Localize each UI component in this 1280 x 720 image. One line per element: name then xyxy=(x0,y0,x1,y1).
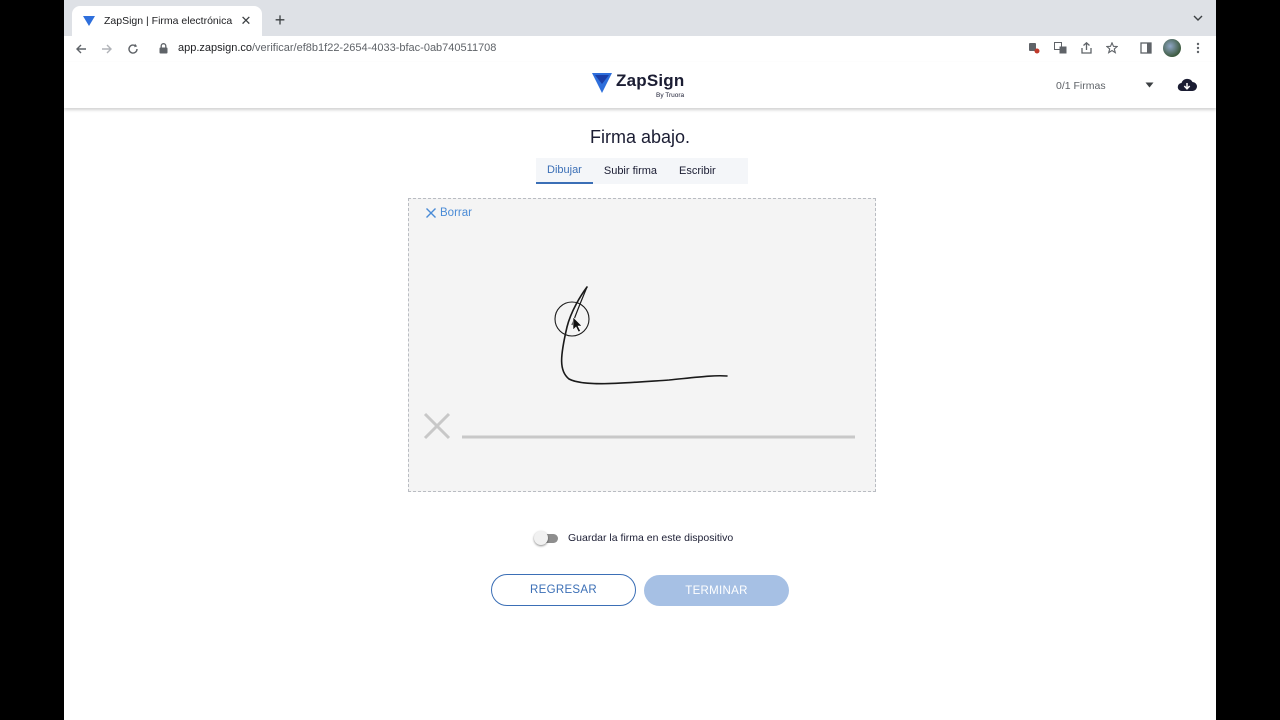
signature-stroke xyxy=(560,286,728,385)
pointer-cursor-icon xyxy=(572,316,583,333)
back-button[interactable]: REGRESAR xyxy=(491,574,636,606)
url-text: app.zapsign.co/verificar/ef8b1f22-2654-4… xyxy=(178,42,496,54)
extension-icon[interactable] xyxy=(1024,38,1044,58)
tab-strip: ZapSign | Firma electrónica co ✕ + xyxy=(64,0,1216,36)
share-icon[interactable] xyxy=(1076,38,1096,58)
translate-icon[interactable] xyxy=(1050,38,1070,58)
logo-text: ZapSign xyxy=(616,71,685,90)
zapsign-favicon-icon xyxy=(82,14,96,28)
toolbar-icons xyxy=(1024,36,1208,60)
back-icon[interactable] xyxy=(68,38,94,60)
new-tab-button[interactable]: + xyxy=(270,10,290,30)
signatures-count[interactable]: 0/1 Firmas xyxy=(1056,80,1106,92)
more-menu-icon[interactable] xyxy=(1188,38,1208,58)
address-bar[interactable]: app.zapsign.co/verificar/ef8b1f22-2654-4… xyxy=(156,36,1106,60)
app-header: ZapSign By Truora 0/1 Firmas xyxy=(64,62,1216,108)
signature-mode-tabs: Dibujar Subir firma Escribir xyxy=(536,158,748,184)
lock-icon[interactable] xyxy=(156,41,170,55)
reload-icon[interactable] xyxy=(120,38,146,60)
signature-drawing xyxy=(423,286,855,440)
caret-down-icon[interactable] xyxy=(1145,80,1154,90)
browser-tab[interactable]: ZapSign | Firma electrónica co ✕ xyxy=(72,6,262,36)
save-signature-row: Guardar la firma en este dispositivo xyxy=(534,531,733,545)
profile-avatar[interactable] xyxy=(1162,38,1182,58)
url-path: /verificar/ef8b1f22-2654-4033-bfac-0ab74… xyxy=(252,42,497,54)
tab-title: ZapSign | Firma electrónica co xyxy=(104,15,234,27)
side-panel-icon[interactable] xyxy=(1136,38,1156,58)
forward-icon[interactable] xyxy=(94,38,120,60)
signature-x-mark xyxy=(423,412,451,440)
star-icon[interactable] xyxy=(1102,38,1122,58)
tab-upload-signature[interactable]: Subir firma xyxy=(593,158,668,184)
signature-pad[interactable]: Borrar xyxy=(408,198,876,492)
save-signature-toggle[interactable] xyxy=(534,531,560,545)
tab-type-signature[interactable]: Escribir xyxy=(668,158,727,184)
finish-button[interactable]: TERMINAR xyxy=(644,575,789,606)
zapsign-logo[interactable]: ZapSign By Truora xyxy=(592,71,685,99)
page-title: Firma abajo. xyxy=(589,127,691,147)
cloud-download-icon[interactable] xyxy=(1177,77,1197,95)
url-host: app.zapsign.co xyxy=(178,42,252,54)
toggle-knob xyxy=(534,531,548,545)
avatar-image xyxy=(1163,39,1181,57)
browser-toolbar: app.zapsign.co/verificar/ef8b1f22-2654-4… xyxy=(64,36,1216,62)
browser-window: ZapSign | Firma electrónica co ✕ + app.z… xyxy=(64,0,1216,720)
zapsign-logo-icon xyxy=(592,73,612,93)
tab-draw[interactable]: Dibujar xyxy=(536,158,593,184)
logo-subtitle: By Truora xyxy=(656,92,685,99)
close-tab-icon[interactable]: ✕ xyxy=(238,13,254,29)
pen-cursor-circle xyxy=(554,301,590,337)
save-signature-label: Guardar la firma en este dispositivo xyxy=(568,532,734,544)
tab-search-chevron-icon[interactable] xyxy=(1190,10,1206,26)
